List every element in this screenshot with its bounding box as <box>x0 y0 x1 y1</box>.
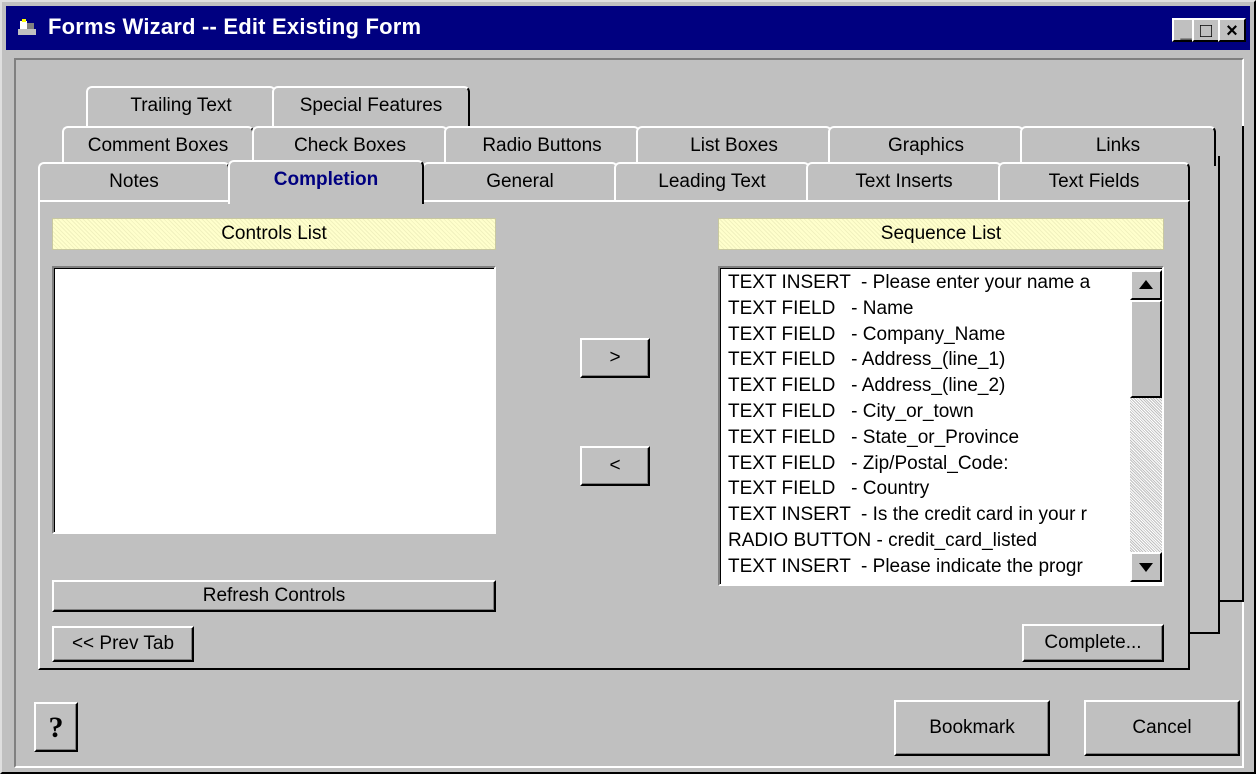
cancel-button[interactable]: Cancel <box>1084 700 1240 756</box>
sequence-list-item[interactable]: TEXT FIELD - State_or_Province <box>728 425 1128 451</box>
controls-list-label: Controls List <box>52 218 496 250</box>
maximize-button[interactable]: □ <box>1192 18 1220 42</box>
title-bar[interactable]: Forms Wizard -- Edit Existing Form _ □ × <box>6 6 1250 50</box>
scroll-down-arrow-icon <box>1139 563 1153 572</box>
sequence-listbox[interactable]: TEXT INSERT - Please enter your name a TE… <box>718 266 1164 586</box>
sequence-list-item[interactable]: TEXT INSERT - Please enter your name a <box>728 270 1128 296</box>
sequence-list-item[interactable]: TEXT FIELD - Name <box>728 296 1128 322</box>
tab-page-back-1 <box>1188 156 1220 634</box>
close-icon: × <box>1226 20 1238 42</box>
tab-completion[interactable]: Completion <box>228 160 424 204</box>
scroll-thumb[interactable] <box>1130 300 1162 398</box>
sequence-list-item[interactable]: TEXT FIELD - Company_Name <box>728 322 1128 348</box>
wizard-app-icon <box>18 19 36 35</box>
sequence-scrollbar[interactable] <box>1130 270 1162 582</box>
tab-general[interactable]: General <box>422 162 618 202</box>
close-button[interactable]: × <box>1218 18 1246 42</box>
tab-comment-boxes[interactable]: Comment Boxes <box>62 126 254 166</box>
forms-wizard-window: Forms Wizard -- Edit Existing Form _ □ ×… <box>0 0 1256 774</box>
tab-special-features[interactable]: Special Features <box>272 86 470 126</box>
complete-button[interactable]: Complete... <box>1022 624 1164 662</box>
tab-trailing-text[interactable]: Trailing Text <box>86 86 276 126</box>
move-left-button[interactable]: < <box>580 446 650 486</box>
scroll-up-arrow-icon <box>1139 280 1153 289</box>
sequence-list-item[interactable]: TEXT FIELD - Address_(line_2) <box>728 373 1128 399</box>
bookmark-button[interactable]: Bookmark <box>894 700 1050 756</box>
tab-text-inserts[interactable]: Text Inserts <box>806 162 1002 202</box>
maximize-icon: □ <box>1199 20 1213 42</box>
svg-text:?: ? <box>49 711 64 744</box>
sequence-list-item[interactable]: TEXT INSERT - Is the credit card in your… <box>728 502 1128 528</box>
sequence-list-label: Sequence List <box>718 218 1164 250</box>
tab-graphics[interactable]: Graphics <box>828 126 1024 166</box>
refresh-controls-button[interactable]: Refresh Controls <box>52 580 496 612</box>
tab-radio-buttons[interactable]: Radio Buttons <box>444 126 640 166</box>
tab-text-fields[interactable]: Text Fields <box>998 162 1190 202</box>
prev-tab-button[interactable]: << Prev Tab <box>52 626 194 662</box>
tab-list-boxes[interactable]: List Boxes <box>636 126 832 166</box>
help-button[interactable]: ? <box>34 702 78 752</box>
scroll-down-button[interactable] <box>1130 552 1162 582</box>
tab-notes[interactable]: Notes <box>38 162 230 202</box>
sequence-list-item[interactable]: RADIO BUTTON - credit_card_listed <box>728 528 1128 554</box>
controls-listbox[interactable] <box>52 266 496 534</box>
move-right-button[interactable]: > <box>580 338 650 378</box>
sequence-list-item[interactable]: TEXT FIELD - Zip/Postal_Code: <box>728 451 1128 477</box>
window-title: Forms Wizard -- Edit Existing Form <box>48 14 422 39</box>
sequence-list-item[interactable]: TEXT FIELD - Country <box>728 476 1128 502</box>
sequence-list-item[interactable]: TEXT INSERT - Please indicate the progr <box>728 554 1128 580</box>
scroll-up-button[interactable] <box>1130 270 1162 300</box>
tab-leading-text[interactable]: Leading Text <box>614 162 810 202</box>
question-mark-icon: ? <box>49 711 64 744</box>
sequence-list-item[interactable]: TEXT FIELD - Address_(line_1) <box>728 347 1128 373</box>
sequence-list-item[interactable]: TEXT FIELD - City_or_town <box>728 399 1128 425</box>
tab-links[interactable]: Links <box>1020 126 1216 166</box>
